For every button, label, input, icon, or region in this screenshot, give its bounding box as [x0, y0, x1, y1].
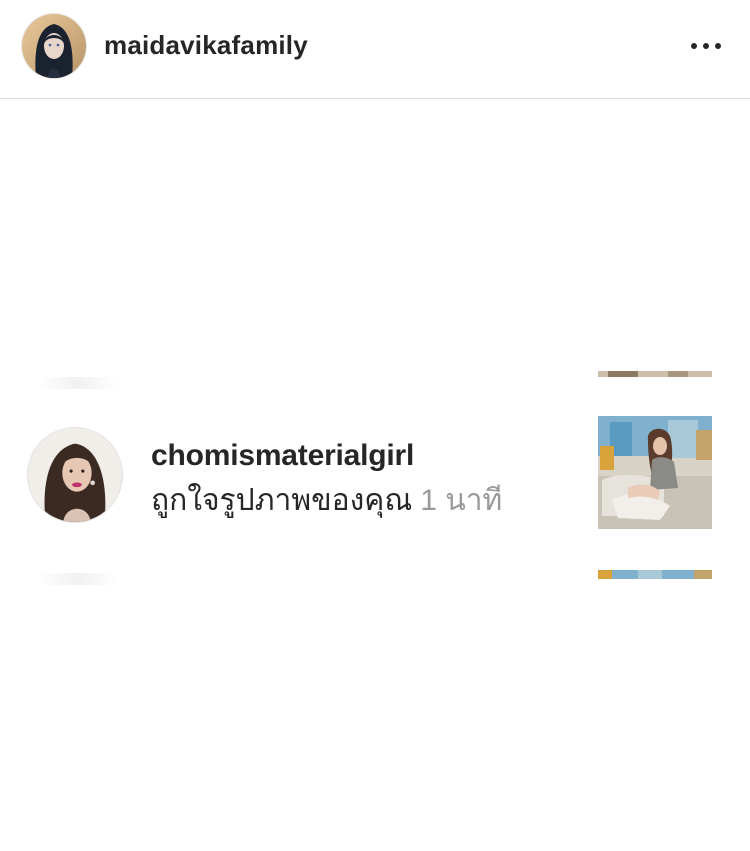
header-username[interactable]: maidavikafamily: [104, 30, 308, 61]
faded-row-placeholder: [38, 573, 118, 585]
post-thumbnail-partial: [598, 371, 712, 377]
liked-post-thumbnail[interactable]: [598, 416, 712, 529]
header-avatar[interactable]: [22, 14, 86, 78]
more-horizontal-icon[interactable]: [688, 34, 724, 58]
more-dot: [703, 43, 709, 49]
notification-action: ถูกใจรูปภาพของคุณ: [151, 484, 413, 517]
post-thumbnail-partial: [598, 570, 712, 579]
avatar-image: [22, 14, 86, 78]
post-header: maidavikafamily: [0, 0, 750, 99]
avatar-image: [28, 428, 122, 522]
notification-avatar[interactable]: [27, 427, 123, 523]
post-image: [598, 416, 712, 529]
notification-username[interactable]: chomismaterialgirl: [151, 439, 414, 473]
notification-time: 1 นาที: [420, 484, 503, 517]
faded-row-placeholder: [38, 377, 118, 389]
more-dot: [715, 43, 721, 49]
notification-text: ถูกใจรูปภาพของคุณ 1 นาที: [151, 477, 502, 524]
more-dot: [691, 43, 697, 49]
